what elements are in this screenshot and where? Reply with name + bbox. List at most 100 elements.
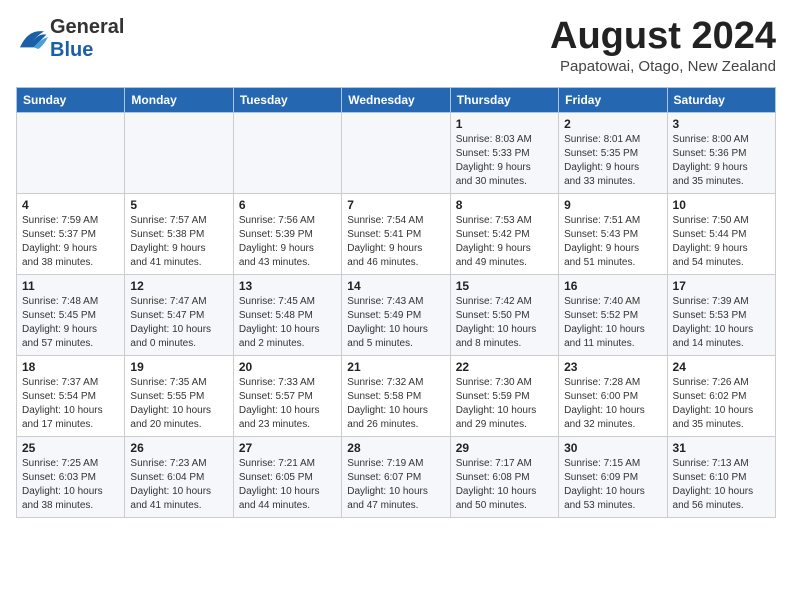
calendar-header-row: SundayMondayTuesdayWednesdayThursdayFrid… [17,87,776,112]
day-number: 23 [564,360,661,374]
day-number: 26 [130,441,227,455]
day-info: Sunrise: 7:54 AM Sunset: 5:41 PM Dayligh… [347,214,444,270]
calendar-week-row: 25Sunrise: 7:25 AM Sunset: 6:03 PM Dayli… [17,436,776,517]
day-info: Sunrise: 7:50 AM Sunset: 5:44 PM Dayligh… [673,214,770,270]
logo-blue-text: Blue [50,39,93,61]
day-info: Sunrise: 7:33 AM Sunset: 5:57 PM Dayligh… [239,376,336,432]
day-number: 3 [673,117,770,131]
calendar-day-cell: 22 Sunrise: 7:30 AM Sunset: 5:59 PM Dayli… [450,355,558,436]
day-info: Sunrise: 7:45 AM Sunset: 5:48 PM Dayligh… [239,295,336,351]
month-title: August 2024 [550,16,776,58]
day-info: Sunrise: 7:57 AM Sunset: 5:38 PM Dayligh… [130,214,227,270]
day-number: 16 [564,279,661,293]
day-number: 11 [22,279,119,293]
calendar-day-cell [233,112,341,193]
page-header: General Blue August 2024 Papatowai, Otag… [16,16,776,75]
calendar-day-cell: 16 Sunrise: 7:40 AM Sunset: 5:52 PM Dayli… [559,274,667,355]
day-number: 1 [456,117,553,131]
day-number: 12 [130,279,227,293]
day-number: 17 [673,279,770,293]
day-info: Sunrise: 7:43 AM Sunset: 5:49 PM Dayligh… [347,295,444,351]
calendar-day-cell: 21 Sunrise: 7:32 AM Sunset: 5:58 PM Dayli… [342,355,450,436]
calendar-day-cell: 1 Sunrise: 8:03 AM Sunset: 5:33 PM Daylig… [450,112,558,193]
day-number: 24 [673,360,770,374]
day-number: 20 [239,360,336,374]
calendar-day-cell: 23 Sunrise: 7:28 AM Sunset: 6:00 PM Dayli… [559,355,667,436]
day-number: 4 [22,198,119,212]
day-of-week-header: Friday [559,87,667,112]
day-of-week-header: Monday [125,87,233,112]
calendar-day-cell: 2 Sunrise: 8:01 AM Sunset: 5:35 PM Daylig… [559,112,667,193]
calendar-day-cell: 6 Sunrise: 7:56 AM Sunset: 5:39 PM Daylig… [233,193,341,274]
day-number: 22 [456,360,553,374]
calendar-day-cell: 26 Sunrise: 7:23 AM Sunset: 6:04 PM Dayli… [125,436,233,517]
logo-icon [16,25,48,53]
day-number: 2 [564,117,661,131]
day-number: 18 [22,360,119,374]
calendar-day-cell [17,112,125,193]
calendar-day-cell: 19 Sunrise: 7:35 AM Sunset: 5:55 PM Dayli… [125,355,233,436]
day-info: Sunrise: 7:26 AM Sunset: 6:02 PM Dayligh… [673,376,770,432]
day-info: Sunrise: 7:28 AM Sunset: 6:00 PM Dayligh… [564,376,661,432]
day-number: 6 [239,198,336,212]
day-info: Sunrise: 7:23 AM Sunset: 6:04 PM Dayligh… [130,457,227,513]
calendar-day-cell: 14 Sunrise: 7:43 AM Sunset: 5:49 PM Dayli… [342,274,450,355]
calendar-day-cell: 9Sunrise: 7:51 AM Sunset: 5:43 PM Daylig… [559,193,667,274]
day-info: Sunrise: 8:03 AM Sunset: 5:33 PM Dayligh… [456,133,553,189]
day-number: 27 [239,441,336,455]
calendar-day-cell: 25Sunrise: 7:25 AM Sunset: 6:03 PM Dayli… [17,436,125,517]
day-info: Sunrise: 7:42 AM Sunset: 5:50 PM Dayligh… [456,295,553,351]
title-area: August 2024 Papatowai, Otago, New Zealan… [550,16,776,75]
day-of-week-header: Sunday [17,87,125,112]
calendar-day-cell: 20 Sunrise: 7:33 AM Sunset: 5:57 PM Dayli… [233,355,341,436]
calendar-day-cell: 24 Sunrise: 7:26 AM Sunset: 6:02 PM Dayli… [667,355,775,436]
day-info: Sunrise: 7:47 AM Sunset: 5:47 PM Dayligh… [130,295,227,351]
day-of-week-header: Tuesday [233,87,341,112]
day-of-week-header: Saturday [667,87,775,112]
day-info: Sunrise: 7:56 AM Sunset: 5:39 PM Dayligh… [239,214,336,270]
calendar-day-cell: 15 Sunrise: 7:42 AM Sunset: 5:50 PM Dayli… [450,274,558,355]
day-info: Sunrise: 7:21 AM Sunset: 6:05 PM Dayligh… [239,457,336,513]
day-number: 29 [456,441,553,455]
day-info: Sunrise: 7:35 AM Sunset: 5:55 PM Dayligh… [130,376,227,432]
location-subtitle: Papatowai, Otago, New Zealand [550,58,776,75]
day-number: 10 [673,198,770,212]
day-info: Sunrise: 8:00 AM Sunset: 5:36 PM Dayligh… [673,133,770,189]
calendar-day-cell: 7 Sunrise: 7:54 AM Sunset: 5:41 PM Daylig… [342,193,450,274]
day-info: Sunrise: 7:48 AM Sunset: 5:45 PM Dayligh… [22,295,119,351]
day-of-week-header: Wednesday [342,87,450,112]
day-info: Sunrise: 7:32 AM Sunset: 5:58 PM Dayligh… [347,376,444,432]
day-info: Sunrise: 7:30 AM Sunset: 5:59 PM Dayligh… [456,376,553,432]
calendar-week-row: 1 Sunrise: 8:03 AM Sunset: 5:33 PM Daylig… [17,112,776,193]
day-info: Sunrise: 7:59 AM Sunset: 5:37 PM Dayligh… [22,214,119,270]
calendar-day-cell: 4 Sunrise: 7:59 AM Sunset: 5:37 PM Daylig… [17,193,125,274]
day-info: Sunrise: 7:15 AM Sunset: 6:09 PM Dayligh… [564,457,661,513]
day-number: 14 [347,279,444,293]
day-of-week-header: Thursday [450,87,558,112]
day-number: 30 [564,441,661,455]
calendar-day-cell: 13 Sunrise: 7:45 AM Sunset: 5:48 PM Dayli… [233,274,341,355]
day-number: 15 [456,279,553,293]
logo-general-text: General [50,16,124,38]
day-number: 8 [456,198,553,212]
calendar-day-cell: 3 Sunrise: 8:00 AM Sunset: 5:36 PM Daylig… [667,112,775,193]
day-number: 13 [239,279,336,293]
day-info: Sunrise: 7:19 AM Sunset: 6:07 PM Dayligh… [347,457,444,513]
logo: General Blue [16,16,124,62]
day-number: 21 [347,360,444,374]
day-number: 19 [130,360,227,374]
calendar-day-cell: 12 Sunrise: 7:47 AM Sunset: 5:47 PM Dayli… [125,274,233,355]
day-info: Sunrise: 7:13 AM Sunset: 6:10 PM Dayligh… [673,457,770,513]
day-number: 7 [347,198,444,212]
calendar-day-cell: 29Sunrise: 7:17 AM Sunset: 6:08 PM Dayli… [450,436,558,517]
day-info: Sunrise: 7:51 AM Sunset: 5:43 PM Dayligh… [564,214,661,270]
calendar-day-cell [342,112,450,193]
calendar-day-cell: 18 Sunrise: 7:37 AM Sunset: 5:54 PM Dayli… [17,355,125,436]
calendar-week-row: 11 Sunrise: 7:48 AM Sunset: 5:45 PM Dayli… [17,274,776,355]
day-info: Sunrise: 7:37 AM Sunset: 5:54 PM Dayligh… [22,376,119,432]
day-info: Sunrise: 7:25 AM Sunset: 6:03 PM Dayligh… [22,457,119,513]
calendar-day-cell: 8Sunrise: 7:53 AM Sunset: 5:42 PM Daylig… [450,193,558,274]
day-info: Sunrise: 8:01 AM Sunset: 5:35 PM Dayligh… [564,133,661,189]
day-number: 31 [673,441,770,455]
day-info: Sunrise: 7:40 AM Sunset: 5:52 PM Dayligh… [564,295,661,351]
